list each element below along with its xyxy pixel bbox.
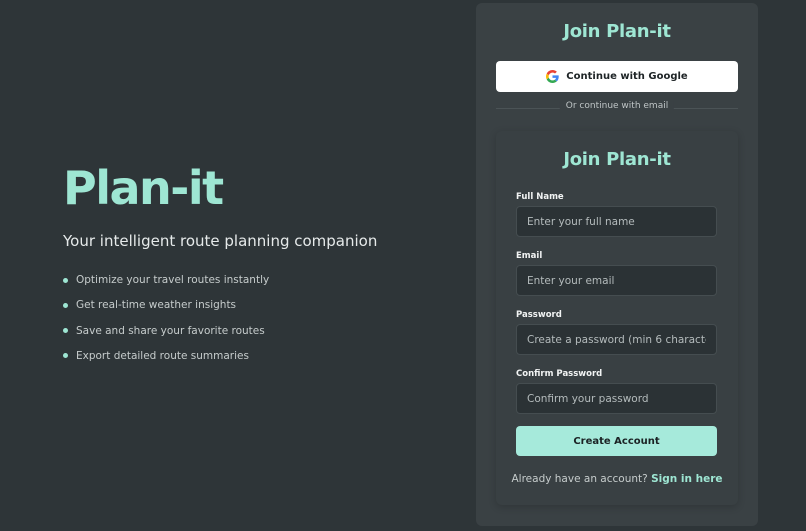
- google-g-icon: [546, 70, 560, 83]
- auth-panel: Join Plan-it Continue with Google Or con…: [476, 3, 758, 526]
- feature-list: Optimize your travel routes instantly Ge…: [63, 272, 443, 373]
- hero-section: Plan-it Your intelligent route planning …: [63, 160, 443, 373]
- google-button-label: Continue with Google: [566, 71, 688, 82]
- tagline: Your intelligent route planning companio…: [63, 232, 378, 250]
- signup-form: Join Plan-it Full Name Email Password Co…: [496, 131, 738, 505]
- full-name-input[interactable]: [516, 206, 717, 237]
- feature-item: Optimize your travel routes instantly: [63, 272, 443, 297]
- brand-logo-text: Plan-it: [63, 161, 224, 215]
- signin-link[interactable]: Sign in here: [651, 473, 722, 485]
- password-label: Password: [516, 310, 562, 320]
- feature-text: Get real-time weather insights: [76, 299, 237, 312]
- continue-with-google-button[interactable]: Continue with Google: [496, 61, 738, 92]
- confirm-password-input[interactable]: [516, 383, 717, 414]
- form-title: Join Plan-it: [563, 149, 671, 170]
- password-input[interactable]: [516, 324, 717, 355]
- panel-title: Join Plan-it: [563, 21, 671, 42]
- feature-text: Optimize your travel routes instantly: [76, 274, 270, 286]
- feature-text: Save and share your favorite routes: [76, 324, 265, 337]
- bullet-dot-icon: [63, 353, 68, 359]
- bullet-dot-icon: [63, 328, 68, 334]
- divider-text: Or continue with email: [559, 101, 675, 111]
- feature-item: Save and share your favorite routes: [63, 323, 443, 348]
- signin-prompt: Already have an account?: [511, 473, 648, 485]
- email-label: Email: [516, 251, 543, 261]
- signup-page: Plan-it Your intelligent route planning …: [0, 0, 806, 531]
- feature-item: Get real-time weather insights: [63, 297, 443, 322]
- bullet-dot-icon: [63, 277, 68, 283]
- bullet-dot-icon: [63, 302, 68, 308]
- full-name-label: Full Name: [516, 192, 564, 202]
- create-account-button[interactable]: Create Account: [516, 426, 717, 456]
- divider: Or continue with email: [496, 101, 738, 115]
- confirm-password-label: Confirm Password: [516, 369, 603, 379]
- signin-row: Already have an account? Sign in here: [496, 473, 738, 485]
- feature-item: Export detailed route summaries: [63, 348, 443, 373]
- email-input[interactable]: [516, 265, 717, 296]
- feature-text: Export detailed route summaries: [76, 349, 249, 362]
